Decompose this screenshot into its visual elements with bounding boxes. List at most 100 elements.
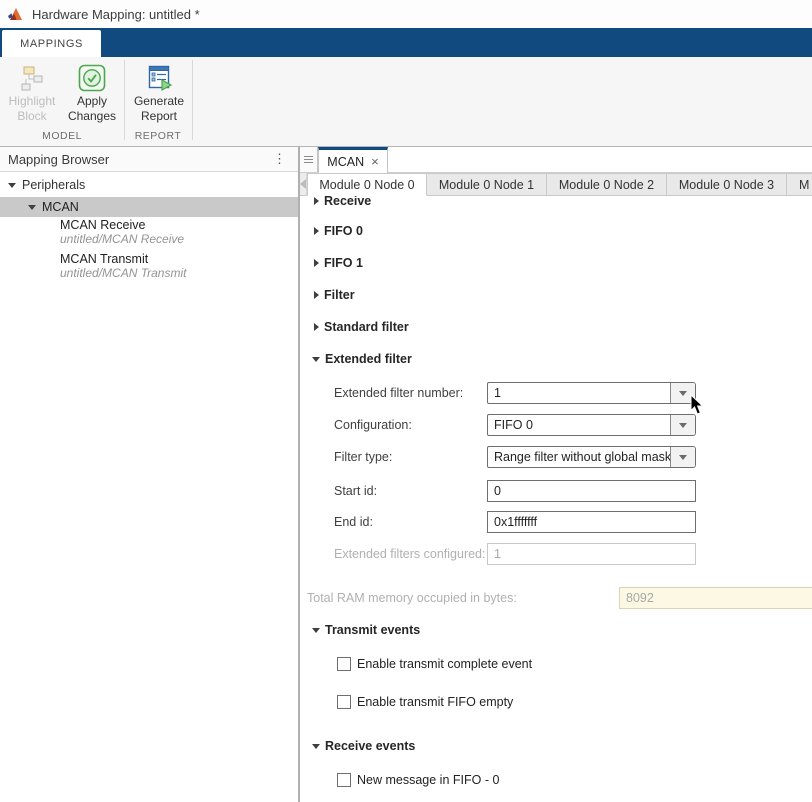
section-label: Extended filter bbox=[325, 352, 412, 366]
collapsed-arrow-icon bbox=[314, 259, 319, 267]
panel-menu-icon[interactable]: ⋮ bbox=[269, 151, 290, 167]
tree-label-peripherals: Peripherals bbox=[22, 178, 85, 192]
form-row-total-ram: Total RAM memory occupied in bytes: bbox=[300, 587, 812, 609]
close-icon[interactable]: × bbox=[371, 155, 379, 168]
section-label: FIFO 0 bbox=[324, 224, 363, 238]
section-label: Filter bbox=[324, 288, 355, 302]
section-standard-filter[interactable]: Standard filter bbox=[314, 320, 409, 334]
chevron-left-icon bbox=[300, 179, 306, 189]
tab-module0-node2[interactable]: Module 0 Node 2 bbox=[547, 173, 667, 196]
section-filter[interactable]: Filter bbox=[314, 288, 355, 302]
tab-mappings[interactable]: MAPPINGS bbox=[2, 30, 101, 57]
field-label: Start id: bbox=[334, 484, 377, 498]
filter-type-dropdown[interactable]: Range filter without global mask bbox=[487, 446, 696, 468]
section-label: Standard filter bbox=[324, 320, 409, 334]
section-label: Receive events bbox=[325, 739, 415, 753]
tab-module0-node0[interactable]: Module 0 Node 0 bbox=[307, 173, 427, 196]
highlight-block-label-2: Block bbox=[4, 109, 60, 124]
toolbar-separator-2 bbox=[192, 60, 193, 140]
mapping-browser-title: Mapping Browser bbox=[8, 152, 269, 167]
tree-item-mcan-receive[interactable]: MCAN Receive untitled/MCAN Receive bbox=[60, 218, 184, 246]
tab-module0-node1[interactable]: Module 0 Node 1 bbox=[427, 173, 547, 196]
field-label: Total RAM memory occupied in bytes: bbox=[307, 591, 517, 605]
document-tab-bar: MCAN × bbox=[300, 147, 812, 173]
section-label: Transmit events bbox=[325, 623, 420, 637]
tree-leaf-path: untitled/MCAN Receive bbox=[60, 232, 184, 246]
expanded-arrow-icon bbox=[312, 628, 320, 633]
collapsed-arrow-icon bbox=[314, 323, 319, 331]
section-transmit-events[interactable]: Transmit events bbox=[312, 623, 420, 637]
apply-changes-button[interactable]: Apply Changes bbox=[64, 61, 120, 124]
dropdown-button[interactable] bbox=[670, 447, 695, 467]
apply-changes-label-1: Apply bbox=[64, 94, 120, 109]
window-title: Hardware Mapping: untitled * bbox=[32, 7, 200, 22]
transmit-fifo-empty-checkbox[interactable] bbox=[337, 695, 351, 709]
group-label-model: MODEL bbox=[0, 130, 124, 142]
generate-report-icon bbox=[145, 64, 173, 92]
dropdown-value: FIFO 0 bbox=[488, 418, 670, 432]
form-row-extended-filter-number: Extended filter number: 1 bbox=[300, 382, 812, 404]
section-extended-filter[interactable]: Extended filter bbox=[312, 352, 412, 366]
tab-module0-node3[interactable]: Module 0 Node 3 bbox=[667, 173, 787, 196]
section-label: FIFO 1 bbox=[324, 256, 363, 270]
checkbox-label: New message in FIFO - 0 bbox=[357, 773, 499, 787]
doc-tab-label: MCAN bbox=[327, 155, 364, 169]
generate-report-label-1: Generate bbox=[130, 94, 188, 109]
doc-tab-mcan[interactable]: MCAN × bbox=[318, 147, 388, 173]
mouse-cursor bbox=[690, 394, 706, 416]
checkbox-row-new-message-fifo0: New message in FIFO - 0 bbox=[337, 773, 499, 787]
highlight-block-button[interactable]: Highlight Block bbox=[4, 61, 60, 124]
section-fifo1[interactable]: FIFO 1 bbox=[314, 256, 363, 270]
collapsed-arrow-icon bbox=[314, 227, 319, 235]
checkbox-label: Enable transmit complete event bbox=[357, 657, 532, 671]
new-message-fifo0-checkbox[interactable] bbox=[337, 773, 351, 787]
section-label: Receive bbox=[324, 196, 371, 208]
collapse-arrow-icon[interactable] bbox=[8, 183, 16, 188]
tree-leaf-path: untitled/MCAN Transmit bbox=[60, 266, 186, 280]
section-receive-events[interactable]: Receive events bbox=[312, 739, 415, 753]
collapsed-arrow-icon bbox=[314, 197, 319, 205]
checkbox-row-transmit-complete: Enable transmit complete event bbox=[337, 657, 532, 671]
tree-leaf-name: MCAN Receive bbox=[60, 218, 184, 232]
highlight-block-label-1: Highlight bbox=[4, 94, 60, 109]
end-id-input[interactable] bbox=[487, 511, 696, 533]
configuration-dropdown[interactable]: FIFO 0 bbox=[487, 414, 696, 436]
tree-item-mcan-transmit[interactable]: MCAN Transmit untitled/MCAN Transmit bbox=[60, 252, 186, 280]
tree-item-peripherals[interactable]: Peripherals bbox=[0, 175, 298, 195]
tree-leaf-name: MCAN Transmit bbox=[60, 252, 186, 266]
section-fifo0[interactable]: FIFO 0 bbox=[314, 224, 363, 238]
form-row-start-id: Start id: bbox=[300, 480, 812, 502]
dropdown-button[interactable] bbox=[670, 415, 695, 435]
dropdown-value: Range filter without global mask bbox=[488, 450, 670, 464]
extended-filter-number-dropdown[interactable]: 1 bbox=[487, 382, 696, 404]
toolbar-separator-1 bbox=[124, 60, 125, 140]
chevron-down-icon bbox=[679, 391, 687, 396]
start-id-input[interactable] bbox=[487, 480, 696, 502]
tab-list-menu-button[interactable] bbox=[300, 147, 318, 172]
expanded-arrow-icon bbox=[312, 744, 320, 749]
form-row-end-id: End id: bbox=[300, 511, 812, 533]
expanded-arrow-icon bbox=[312, 357, 320, 362]
section-receive[interactable]: Receive bbox=[314, 196, 371, 208]
tree-item-mcan[interactable]: MCAN bbox=[0, 197, 298, 217]
tab-scroll-left-button[interactable] bbox=[300, 173, 307, 196]
peripherals-tree: Peripherals MCAN MCAN Receive untitled/M… bbox=[0, 172, 298, 802]
matlab-logo-icon bbox=[7, 6, 24, 23]
form-row-filter-type: Filter type: Range filter without global… bbox=[300, 446, 812, 468]
field-label: Filter type: bbox=[334, 450, 392, 464]
checkbox-label: Enable transmit FIFO empty bbox=[357, 695, 513, 709]
collapse-arrow-icon[interactable] bbox=[28, 205, 36, 210]
group-label-report: REPORT bbox=[124, 130, 192, 142]
generate-report-label-2: Report bbox=[130, 109, 188, 124]
generate-report-button[interactable]: Generate Report bbox=[130, 61, 188, 124]
total-ram-input bbox=[619, 587, 812, 609]
transmit-complete-checkbox[interactable] bbox=[337, 657, 351, 671]
field-label: Extended filter number: bbox=[334, 386, 463, 400]
chevron-down-icon bbox=[679, 455, 687, 460]
field-label: End id: bbox=[334, 515, 373, 529]
tab-module1-node0-cut[interactable]: M bbox=[787, 173, 812, 196]
apply-changes-label-2: Changes bbox=[64, 109, 120, 124]
field-label: Configuration: bbox=[334, 418, 412, 432]
hardware-mapping-window: Hardware Mapping: untitled * MAPPINGS Hi… bbox=[0, 0, 812, 802]
tree-label-mcan: MCAN bbox=[42, 200, 79, 214]
